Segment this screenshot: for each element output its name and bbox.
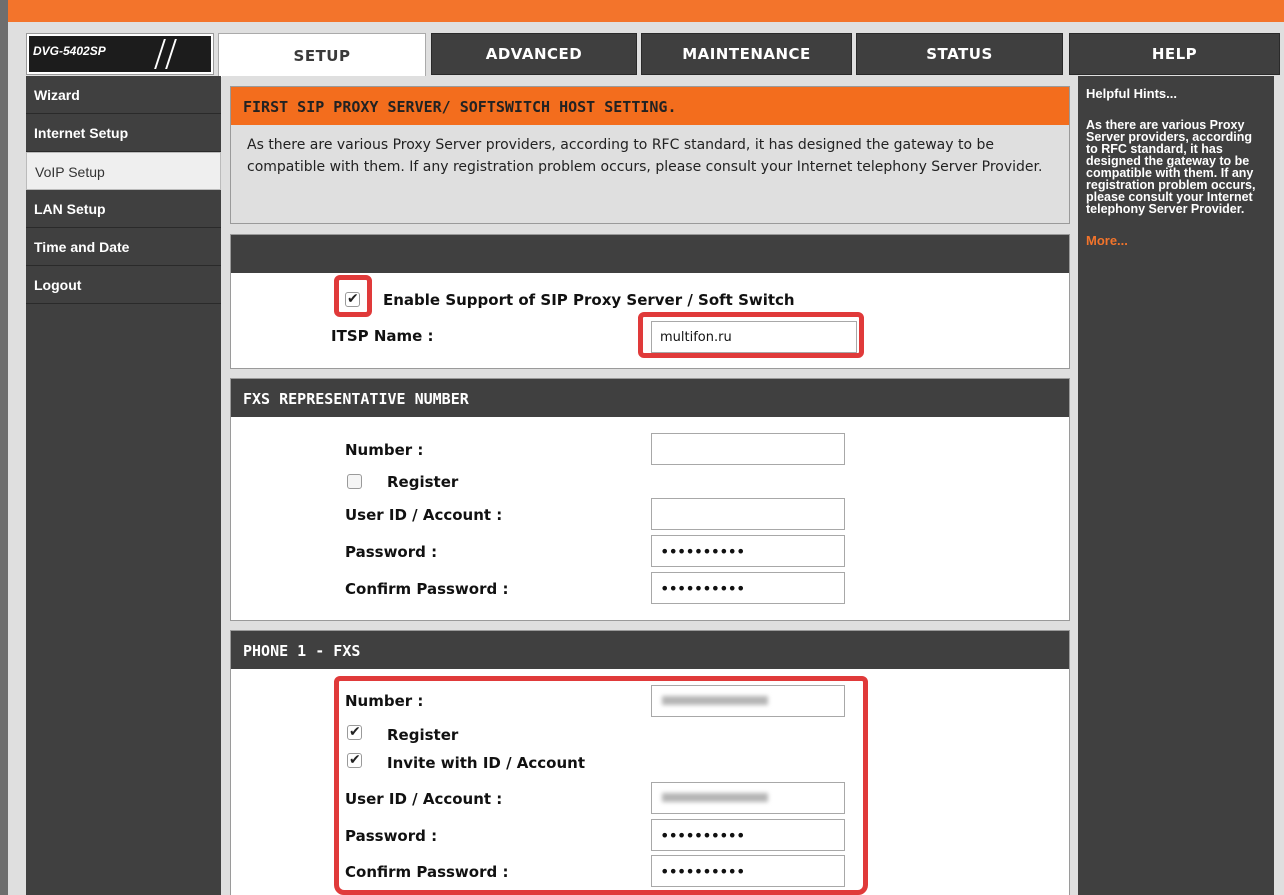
tab-setup[interactable]: SETUP xyxy=(218,33,426,77)
enable-proxy-label: Enable Support of SIP Proxy Server / Sof… xyxy=(383,291,795,309)
sidebar-item-time-and-date[interactable]: Time and Date xyxy=(26,228,221,266)
fxs-register-checkbox[interactable] xyxy=(347,474,362,489)
fxs-confirm-password-label: Confirm Password : xyxy=(345,580,509,598)
help-more-link[interactable]: More... xyxy=(1078,215,1274,248)
logo-model-text: DVG-5402SP xyxy=(33,44,106,58)
logo-box: DVG-5402SP xyxy=(29,36,211,72)
fxs-representative-panel: FXS REPRESENTATIVE NUMBER Number : Regis… xyxy=(230,378,1070,621)
proxy-panel-header xyxy=(231,235,1069,273)
fxs-number-input[interactable] xyxy=(651,433,845,465)
proxy-panel: ✔ Enable Support of SIP Proxy Server / S… xyxy=(230,234,1070,369)
sidebar-item-logout[interactable]: Logout xyxy=(26,266,221,304)
sidebar-item-wizard[interactable]: Wizard xyxy=(26,76,221,114)
sidebar-item-lan-setup[interactable]: LAN Setup xyxy=(26,190,221,228)
phone1-confirm-password-label: Confirm Password : xyxy=(345,863,509,881)
logo-slash xyxy=(165,39,177,69)
phone1-password-input[interactable] xyxy=(651,819,845,851)
fxs-representative-heading: FXS REPRESENTATIVE NUMBER xyxy=(231,379,1069,417)
phone1-panel: PHONE 1 - FXS Number : ✔ Register ✔ Invi… xyxy=(230,630,1070,895)
sidebar: Wizard Internet Setup VoIP Setup LAN Set… xyxy=(26,76,221,895)
help-panel: Helpful Hints... As there are various Pr… xyxy=(1078,76,1274,895)
fxs-confirm-password-input[interactable] xyxy=(651,572,845,604)
phone1-invite-label: Invite with ID / Account xyxy=(387,754,585,772)
enable-proxy-checkbox[interactable]: ✔ xyxy=(345,291,360,307)
itsp-name-input[interactable] xyxy=(651,321,857,353)
device-logo: DVG-5402SP xyxy=(26,33,214,75)
fxs-password-label: Password : xyxy=(345,543,438,561)
phone1-heading: PHONE 1 - FXS xyxy=(231,631,1069,669)
fxs-userid-label: User ID / Account : xyxy=(345,506,503,524)
phone1-invite-checkbox[interactable]: ✔ xyxy=(347,752,362,768)
router-admin-page: DVG-5402SP SETUP ADVANCED MAINTENANCE ST… xyxy=(0,0,1284,895)
help-title: Helpful Hints... xyxy=(1086,86,1177,101)
sidebar-item-internet-setup[interactable]: Internet Setup xyxy=(26,114,221,152)
intro-panel: FIRST SIP PROXY SERVER/ SOFTSWITCH HOST … xyxy=(230,86,1070,224)
window-left-border xyxy=(0,0,8,895)
itsp-name-label: ITSP Name : xyxy=(331,327,434,345)
intro-text: As there are various Proxy Server provid… xyxy=(231,125,1069,178)
help-text: As there are various Proxy Server provid… xyxy=(1086,118,1256,216)
phone1-password-label: Password : xyxy=(345,827,438,845)
tab-maintenance[interactable]: MAINTENANCE xyxy=(641,33,852,75)
fxs-password-input[interactable] xyxy=(651,535,845,567)
fxs-userid-input[interactable] xyxy=(651,498,845,530)
intro-heading: FIRST SIP PROXY SERVER/ SOFTSWITCH HOST … xyxy=(231,87,1069,125)
checkmark-icon: ✔ xyxy=(349,752,361,768)
checkmark-icon: ✔ xyxy=(347,291,359,307)
tab-status[interactable]: STATUS xyxy=(856,33,1063,75)
phone1-number-label: Number : xyxy=(345,692,424,710)
fxs-register-label: Register xyxy=(387,473,459,491)
redacted-number xyxy=(662,696,768,705)
tab-help[interactable]: HELP xyxy=(1069,33,1280,75)
phone1-number-input[interactable] xyxy=(651,685,845,717)
redacted-userid xyxy=(662,793,768,802)
phone1-userid-label: User ID / Account : xyxy=(345,790,503,808)
sidebar-item-voip-setup[interactable]: VoIP Setup xyxy=(26,152,221,190)
fxs-number-label: Number : xyxy=(345,441,424,459)
tab-advanced[interactable]: ADVANCED xyxy=(431,33,637,75)
phone1-confirm-password-input[interactable] xyxy=(651,855,845,887)
logo-slash xyxy=(154,39,166,69)
main-content: FIRST SIP PROXY SERVER/ SOFTSWITCH HOST … xyxy=(222,76,1076,895)
top-orange-strip xyxy=(8,0,1284,22)
phone1-register-checkbox[interactable]: ✔ xyxy=(347,724,362,740)
phone1-register-label: Register xyxy=(387,726,459,744)
checkmark-icon: ✔ xyxy=(349,724,361,740)
phone1-userid-input[interactable] xyxy=(651,782,845,814)
